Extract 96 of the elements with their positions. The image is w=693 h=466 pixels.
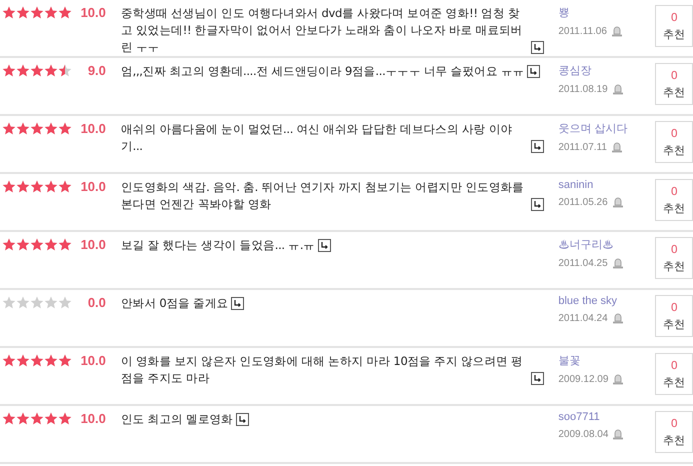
review-text: 인도 최고의 멜로영화 — [120, 411, 233, 428]
star-icon — [16, 296, 30, 309]
recommend-button[interactable]: 0 추천 — [655, 5, 693, 47]
username-link[interactable]: 불꽃 — [558, 353, 650, 368]
star-icon — [16, 64, 30, 77]
recommend-button[interactable]: 0 추천 — [655, 411, 693, 453]
star-icon — [30, 6, 44, 19]
star-icon — [44, 354, 58, 367]
score: 10.0 — [80, 5, 106, 20]
star-icon — [58, 6, 72, 19]
review-text: 안봐서 0점을 줄게요 — [120, 295, 228, 312]
star-icon — [16, 180, 30, 193]
review-text: 엄,,,진짜 최고의 영환데....전 세드앤딩이라 9점을...ㅜㅜㅜ 너무 슬펐어요 ㅠㅠ — [120, 63, 524, 80]
username-link[interactable]: blue the sky — [558, 295, 650, 307]
review-text: 중학생때 선생님이 인도 여행다녀와서 dvd를 사왔다며 보여준 영화!! 엄청 찾고 있었는데!! 한글자막이 없어서 안보다가 노래와 춤이 나오자 바로 매료되버린 ㅜㅜ — [120, 5, 524, 56]
recommend-button[interactable]: 0 추천 — [655, 179, 693, 221]
review-date: 2011.04.24 — [558, 312, 608, 324]
review-date: 2011.04.25 — [558, 258, 608, 268]
score: 10.0 — [80, 237, 106, 252]
star-icon — [2, 238, 16, 251]
reply-icon[interactable] — [527, 65, 540, 78]
star-icon — [44, 412, 58, 425]
star-icon — [58, 354, 72, 367]
bell-icon[interactable] — [612, 257, 624, 269]
star-icon — [58, 238, 72, 251]
star-icon — [44, 238, 58, 251]
star-icon — [44, 6, 58, 19]
reply-icon[interactable] — [231, 297, 244, 310]
star-icon — [44, 296, 58, 309]
review-text: 보길 잘 했다는 생각이 들었음... ㅠ.ㅠ — [120, 237, 315, 254]
bell-icon[interactable] — [612, 312, 624, 324]
recommend-button[interactable]: 0 추천 — [655, 295, 693, 337]
star-icon — [16, 6, 30, 19]
reply-icon[interactable] — [531, 198, 544, 211]
score: 9.0 — [86, 63, 106, 78]
username-link[interactable]: 콩심장 — [558, 63, 650, 78]
score: 10.0 — [80, 353, 106, 368]
reply-icon[interactable] — [236, 413, 249, 426]
review-date: 2011.05.26 — [558, 196, 608, 208]
bell-icon[interactable] — [610, 25, 623, 37]
score: 10.0 — [80, 179, 106, 194]
star-icon — [30, 64, 44, 77]
star-icon — [44, 122, 58, 135]
star-icon — [44, 64, 58, 77]
score: 0.0 — [86, 295, 106, 310]
username-link[interactable]: ♨너구리♨ — [558, 237, 650, 252]
bell-icon[interactable] — [612, 428, 624, 440]
bell-icon[interactable] — [612, 373, 624, 385]
username-link[interactable]: 웃으며 삽시다 — [558, 121, 650, 136]
star-icon — [16, 122, 30, 135]
star-icon — [58, 122, 72, 135]
star-icon — [30, 122, 44, 135]
star-icon — [44, 180, 58, 193]
star-icon — [2, 412, 16, 425]
review-text: 애쉬의 아름다움에 눈이 멀었던... 여신 애쉬와 답답한 데브다스의 사랑 이야기... — [120, 121, 514, 155]
star-icon — [2, 6, 16, 19]
reply-icon[interactable] — [531, 372, 544, 385]
score: 10.0 — [80, 411, 106, 426]
star-icon — [2, 180, 16, 193]
reply-icon[interactable] — [318, 239, 331, 252]
star-icon — [30, 354, 44, 367]
recommend-button[interactable]: 0 추천 — [655, 121, 693, 163]
star-icon — [30, 296, 44, 309]
score: 10.0 — [80, 121, 106, 136]
star-icon — [16, 412, 30, 425]
review-date: 2011.08.19 — [558, 84, 608, 94]
username-link[interactable]: saninin — [558, 179, 650, 191]
star-icon — [16, 238, 30, 251]
star-icon — [58, 412, 72, 425]
star-icon — [58, 64, 72, 77]
recommend-button[interactable]: 0 추천 — [655, 63, 693, 105]
recommend-button[interactable]: 0 추천 — [655, 353, 693, 395]
review-date: 2011.11.06 — [558, 26, 607, 36]
star-icon — [16, 354, 30, 367]
bell-icon[interactable] — [610, 141, 623, 153]
review-text: 인도영화의 색감. 음악. 춤. 뛰어난 연기자 까지 첨보기는 어렵지만 인도영화를 본다면 언젠간 꼭봐야할 영화 — [120, 179, 525, 213]
star-icon — [58, 296, 72, 309]
reply-icon[interactable] — [531, 41, 544, 54]
review-date: 2009.12.09 — [558, 374, 608, 384]
username-link[interactable]: soo7711 — [558, 411, 650, 423]
username-link[interactable]: 뿅 — [558, 5, 650, 20]
bell-icon[interactable] — [612, 196, 624, 208]
star-icon — [2, 296, 16, 309]
review-date: 2009.08.04 — [558, 428, 608, 440]
star-icon — [30, 238, 44, 251]
star-icon — [30, 412, 44, 425]
recommend-button[interactable]: 0 추천 — [655, 237, 693, 279]
star-icon — [30, 180, 44, 193]
review-date: 2011.07.11 — [558, 142, 607, 152]
star-icon — [2, 122, 16, 135]
star-icon — [2, 354, 16, 367]
review-text: 이 영화를 보지 않은자 인도영화에 대해 논하지 마라 10점을 주지 않으려면 평점을 주지도 마라 — [120, 353, 524, 387]
star-icon — [2, 64, 16, 77]
bell-icon[interactable] — [612, 83, 624, 95]
star-icon — [58, 180, 72, 193]
reply-icon[interactable] — [531, 140, 544, 153]
